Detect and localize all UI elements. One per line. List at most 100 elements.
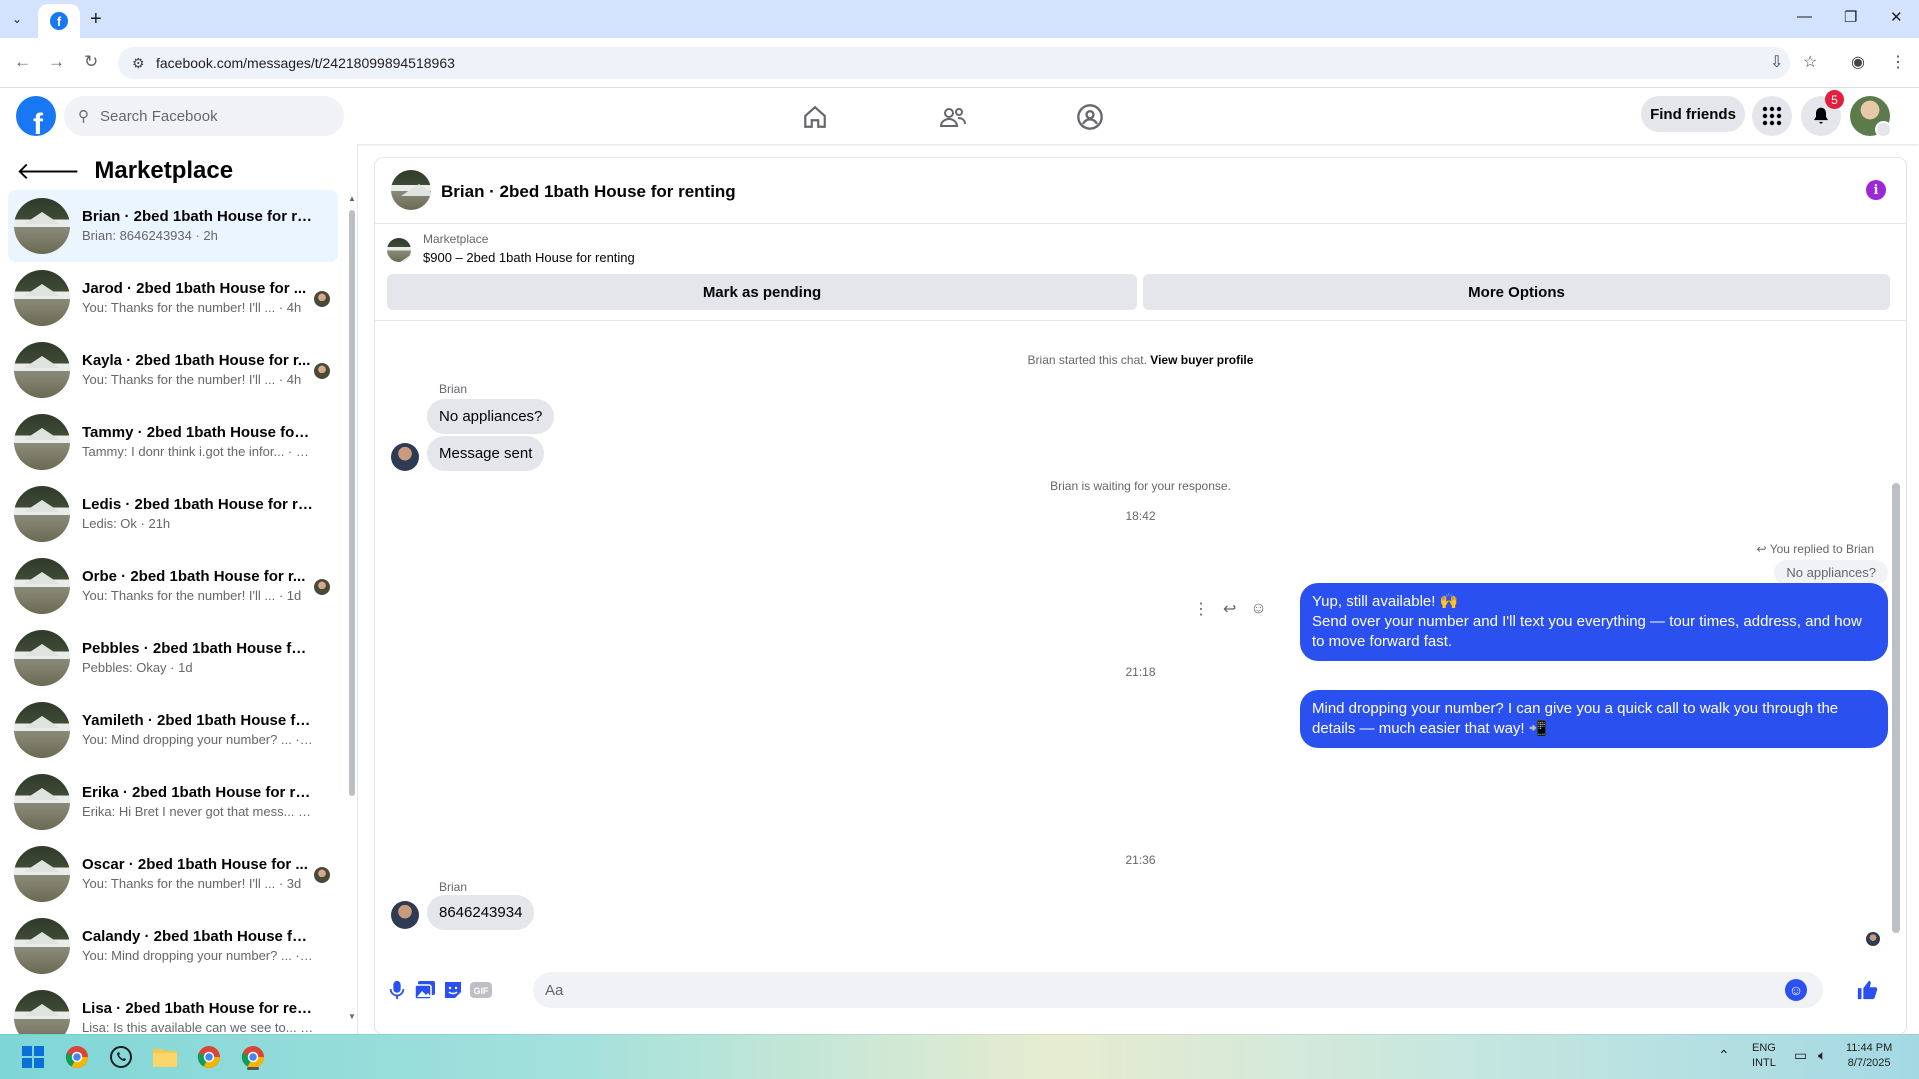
groups-nav-icon[interactable]: [1070, 100, 1110, 134]
maximize-button[interactable]: ❐: [1844, 8, 1857, 26]
reload-icon[interactable]: ↻: [84, 52, 98, 72]
find-friends-button[interactable]: Find friends: [1641, 96, 1745, 132]
like-thumb-icon[interactable]: [1855, 978, 1879, 1002]
conversation-preview: Brian: 8646243934 · 2h: [82, 228, 218, 243]
conversation-name: Oscar · 2bed 1bath House for ...: [82, 856, 308, 873]
conversation-item[interactable]: Lisa · 2bed 1bath House for renti... Lisa…: [8, 982, 338, 1034]
conversation-item[interactable]: Pebbles · 2bed 1bath House for r... Pebbl…: [8, 622, 338, 694]
conversation-name: Ledis · 2bed 1bath House for ren...: [82, 496, 314, 513]
address-bar[interactable]: ⚙ facebook.com/messages/t/24218099894518…: [118, 47, 1790, 79]
notifications-bell-icon[interactable]: 5: [1801, 90, 1844, 136]
chrome-profile-icon[interactable]: [194, 1042, 224, 1072]
chat-title[interactable]: Brian · 2bed 1bath House for renting: [441, 182, 736, 202]
site-info-icon[interactable]: ⚙: [132, 55, 145, 72]
conversation-item[interactable]: Oscar · 2bed 1bath House for ... You: Tha…: [8, 838, 338, 910]
facebook-logo-icon[interactable]: f: [16, 96, 56, 136]
back-arrow-icon[interactable]: 🡐: [16, 156, 80, 186]
conversation-preview: Lisa: Is this available can we see to...…: [82, 1020, 314, 1034]
chat-scrollbar[interactable]: [1892, 323, 1900, 953]
browser-tab-facebook[interactable]: f: [38, 4, 80, 38]
install-app-icon[interactable]: ⇩: [1770, 52, 1783, 72]
chrome-active-icon[interactable]: [238, 1042, 268, 1072]
listing-thumbnail: [14, 414, 70, 470]
chat-listing-avatar[interactable]: [391, 170, 431, 210]
mark-as-pending-button[interactable]: Mark as pending: [387, 274, 1137, 310]
conversation-item[interactable]: Calandy · 2bed 1bath House for ... You: M…: [8, 910, 338, 982]
emoji-icon[interactable]: ☺: [1785, 979, 1807, 1001]
back-icon[interactable]: ←: [14, 52, 31, 72]
chrome-profile-icon[interactable]: [62, 1042, 92, 1072]
photo-icon[interactable]: [413, 978, 437, 1002]
conversation-item[interactable]: Erika · 2bed 1bath House for ren... Erika…: [8, 766, 338, 838]
chat-scroll-thumb[interactable]: [1892, 483, 1900, 933]
sender-name: Brian: [439, 382, 468, 396]
show-hidden-icons-chevron-icon[interactable]: ⌃: [1718, 1048, 1730, 1063]
conversation-item[interactable]: Jarod · 2bed 1bath House for ... You: Tha…: [8, 262, 338, 334]
conversation-item[interactable]: Tammy · 2bed 1bath House for r... Tammy: …: [8, 406, 338, 478]
seen-avatar: [314, 579, 330, 595]
incoming-message[interactable]: 8646243934: [427, 895, 535, 930]
microphone-icon[interactable]: [385, 978, 409, 1002]
minimize-button[interactable]: —: [1797, 8, 1812, 25]
tab-search-chevron-icon[interactable]: ⌄: [6, 8, 28, 30]
outgoing-message[interactable]: Mind dropping your number? I can give yo…: [1300, 690, 1888, 748]
sender-avatar[interactable]: [391, 901, 419, 929]
url-text[interactable]: facebook.com/messages/t/2421809989451896…: [156, 55, 455, 71]
react-emoji-icon[interactable]: ☺: [1250, 600, 1266, 618]
more-options-button[interactable]: More Options: [1143, 274, 1890, 310]
outgoing-message[interactable]: Yup, still available! 🙌 Send over your n…: [1300, 583, 1888, 661]
message-input[interactable]: [533, 972, 1823, 1008]
home-nav-icon[interactable]: [795, 100, 835, 134]
outgoing-line: Send over your number and I'll text you …: [1312, 613, 1862, 650]
sidebar-scroll-thumb[interactable]: [349, 210, 355, 796]
notification-count-badge: 5: [1825, 90, 1844, 109]
new-tab-button[interactable]: +: [90, 8, 102, 30]
conversation-item[interactable]: Yamileth · 2bed 1bath House for ... You: …: [8, 694, 338, 766]
volume-icon[interactable]: 🔈︎: [1818, 1048, 1826, 1063]
scroll-down-icon[interactable]: ▼: [348, 1012, 356, 1021]
clock[interactable]: 11:44 PM 8/7/2025: [1846, 1041, 1892, 1071]
incoming-message[interactable]: Message sent: [427, 436, 545, 471]
conversation-item[interactable]: Kayla · 2bed 1bath House for r... You: Th…: [8, 334, 338, 406]
seen-avatar: [314, 291, 330, 307]
conversation-item[interactable]: Orbe · 2bed 1bath House for r... You: Tha…: [8, 550, 338, 622]
facebook-logo-letter: f: [33, 108, 43, 136]
language-indicator[interactable]: ENG INTL: [1752, 1041, 1776, 1071]
browser-menu-icon[interactable]: ⋮: [1890, 52, 1906, 72]
scroll-up-icon[interactable]: ▲: [348, 194, 356, 203]
forward-icon[interactable]: →: [48, 52, 65, 72]
quoted-message[interactable]: No appliances?: [1774, 560, 1888, 585]
conversation-preview: You: Thanks for the number! I'll ... · 4…: [82, 372, 302, 387]
conversation-item[interactable]: Brian · 2bed 1bath House for ren... Brian…: [8, 190, 338, 262]
incoming-message[interactable]: No appliances?: [427, 399, 555, 434]
seen-avatar: [314, 363, 330, 379]
sticker-icon[interactable]: [441, 978, 465, 1002]
close-window-button[interactable]: ✕: [1890, 8, 1903, 26]
bookmark-star-icon[interactable]: ☆: [1803, 52, 1817, 72]
sidebar-scrollbar[interactable]: ▲ ▼: [348, 194, 356, 1024]
conversation-preview: Ledis: Ok · 21h: [82, 516, 171, 531]
friends-nav-icon[interactable]: [933, 100, 973, 134]
menu-grid-icon[interactable]: [1752, 96, 1792, 136]
network-icon[interactable]: ▭: [1794, 1048, 1807, 1063]
reply-icon[interactable]: ↩: [1223, 599, 1236, 619]
sender-avatar[interactable]: [391, 443, 419, 471]
whatsapp-icon[interactable]: [106, 1042, 136, 1072]
clock-time: 11:44 PM: [1846, 1042, 1893, 1054]
info-icon[interactable]: i: [1866, 180, 1886, 200]
windows-start-icon[interactable]: [18, 1042, 48, 1072]
conversation-item[interactable]: Ledis · 2bed 1bath House for ren... Ledis…: [8, 478, 338, 550]
account-avatar[interactable]: [1850, 96, 1892, 138]
more-actions-icon[interactable]: ⋮: [1193, 599, 1209, 619]
conversation-preview: Pebbles: Okay · 1d: [82, 660, 193, 675]
profile-icon[interactable]: ◉: [1851, 52, 1865, 72]
facebook-search-input[interactable]: ⚲ Search Facebook: [64, 96, 344, 136]
view-buyer-profile-link[interactable]: View buyer profile: [1150, 353, 1253, 367]
chat-header: Brian · 2bed 1bath House for renting i: [375, 158, 1906, 224]
conversation-preview: You: Thanks for the number! I'll ... · 4…: [82, 300, 302, 315]
file-explorer-icon[interactable]: [150, 1042, 180, 1072]
search-placeholder: Search Facebook: [100, 108, 218, 125]
listing-thumbnail: [14, 486, 70, 542]
outgoing-line: Yup, still available! 🙌: [1312, 593, 1459, 610]
gif-icon[interactable]: GIF: [469, 978, 493, 1002]
